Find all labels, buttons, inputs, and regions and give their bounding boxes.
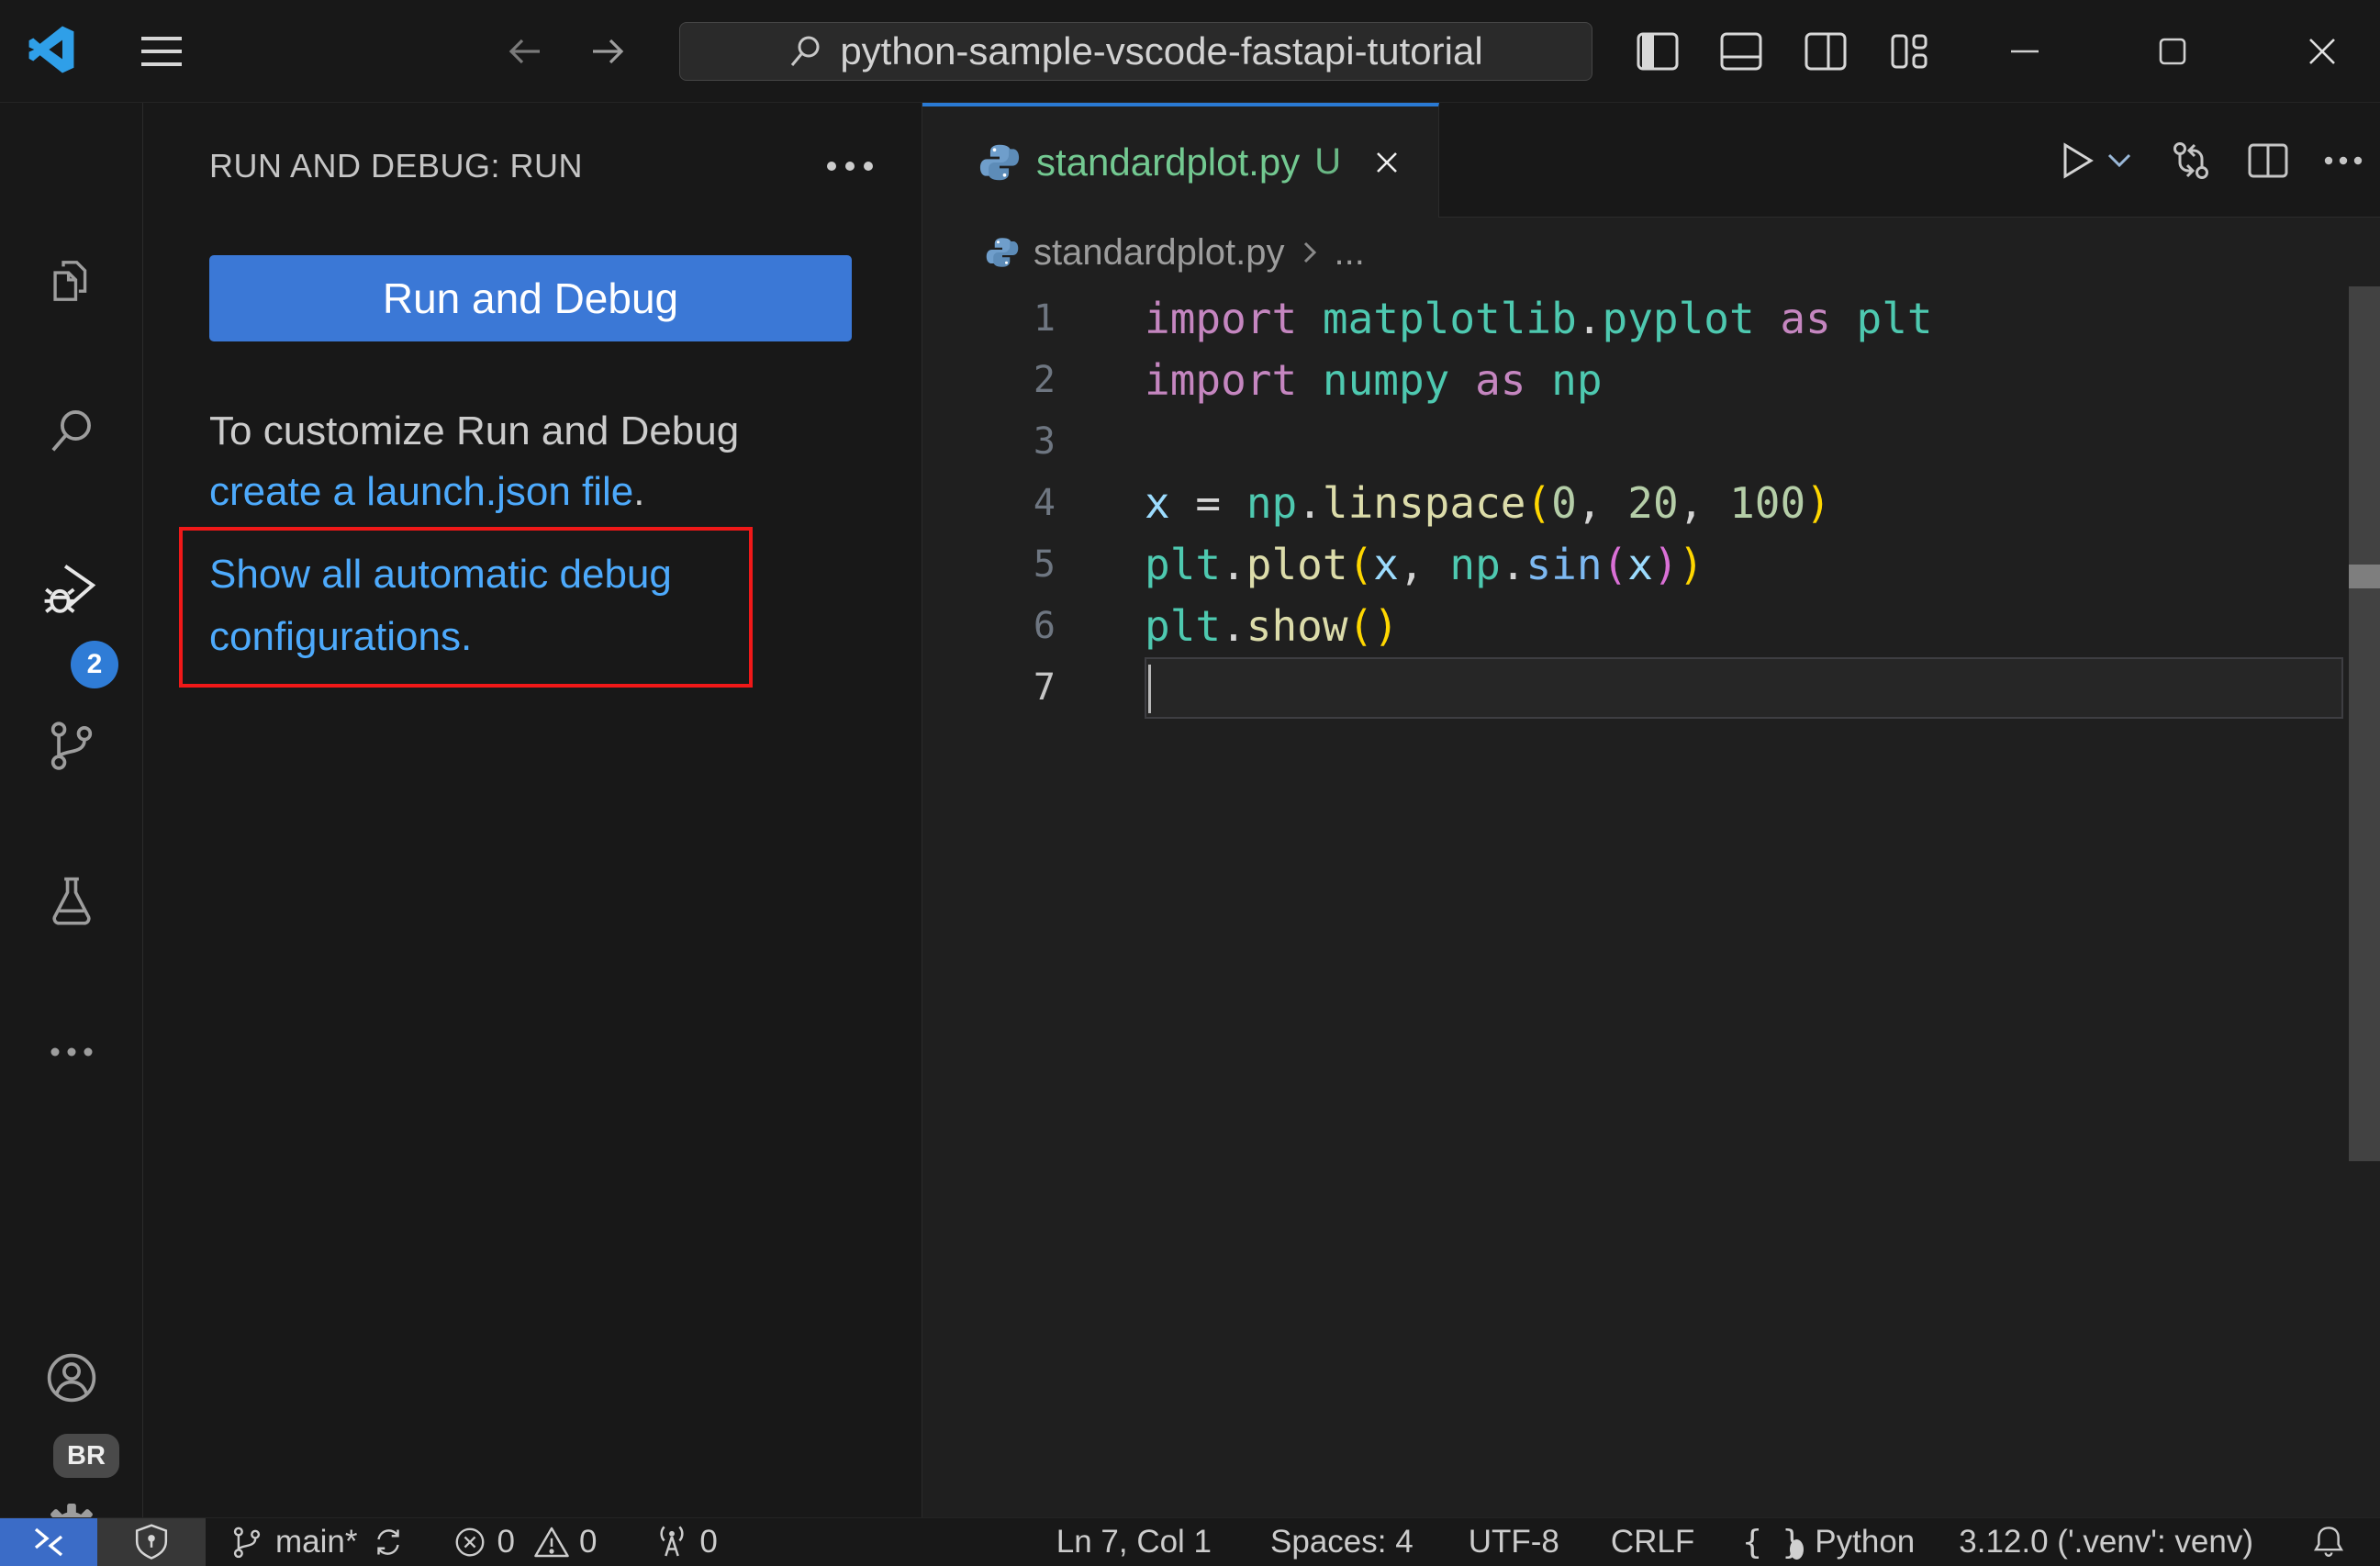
vscode-logo-icon (28, 26, 75, 73)
tab-standardplot[interactable]: standardplot.py U (922, 103, 1439, 218)
hint-period: . (633, 469, 645, 514)
toggle-primary-sidebar-icon[interactable] (1632, 26, 1683, 77)
explorer-icon[interactable] (0, 230, 142, 331)
indentation[interactable]: Spaces: 4 (1270, 1524, 1413, 1560)
code-line: 6 plt.show() (1033, 601, 1399, 651)
code-line: 2 import numpy as np (1033, 355, 1603, 405)
minimize-button[interactable] (1999, 26, 2050, 77)
breadcrumb-file[interactable]: standardplot.py (1034, 232, 1285, 274)
error-count: 0 (497, 1524, 515, 1560)
git-branch-icon (229, 1524, 264, 1560)
python-interpreter[interactable]: 3.12.0 ('.venv': venv) (1959, 1524, 2253, 1560)
toggle-panel-icon[interactable] (1715, 26, 1767, 77)
breadcrumb: standardplot.py ... (986, 218, 1365, 286)
errors-icon (453, 1525, 487, 1560)
customize-hint: To customize Run and Debug create a laun… (209, 401, 739, 522)
python-file-icon-small (986, 236, 1019, 269)
search-value: python-sample-vscode-fastapi-tutorial (840, 29, 1483, 73)
activity-bar: 2 BR (0, 103, 143, 1557)
create-launch-json-link[interactable]: create a launch.json file (209, 469, 633, 514)
customize-layout-icon[interactable] (1884, 26, 1936, 77)
more-views-icon[interactable] (0, 1001, 142, 1102)
branch-status[interactable]: main* (229, 1524, 405, 1560)
sidebar-title: RUN AND DEBUG: RUN (209, 147, 584, 185)
breadcrumb-more[interactable]: ... (1335, 232, 1365, 274)
text-cursor (1148, 665, 1151, 713)
editor-group: standardplot.py U standardplot.py ... 1 … (922, 103, 2380, 1517)
broadcast-tower-icon (654, 1523, 690, 1561)
back-arrow-icon[interactable] (503, 29, 547, 73)
command-center-search[interactable]: python-sample-vscode-fastapi-tutorial (679, 22, 1592, 81)
code-line: 5 plt.plot(x, np.sin(x)) (1033, 540, 1704, 589)
cursor-position[interactable]: Ln 7, Col 1 (1056, 1524, 1212, 1560)
status-bar-right: Ln 7, Col 1 Spaces: 4 UTF-8 CRLF { } Pyt… (1056, 1524, 2380, 1561)
warning-count: 0 (578, 1524, 598, 1560)
workspace-trust-icon[interactable] (97, 1517, 206, 1566)
code-line: 3 (1033, 420, 1056, 463)
branch-name: main* (275, 1524, 358, 1560)
run-and-debug-icon[interactable] (0, 538, 142, 639)
views-more-actions-icon[interactable] (818, 143, 882, 189)
remote-indicator[interactable] (0, 1517, 97, 1566)
split-editor-icon[interactable] (2244, 140, 2292, 181)
notifications-bell-icon[interactable] (2312, 1524, 2345, 1560)
source-control-icon[interactable] (0, 695, 142, 796)
toggle-secondary-sidebar-icon[interactable] (1800, 26, 1851, 77)
sync-icon (372, 1525, 405, 1560)
profile-badge: BR (53, 1434, 119, 1478)
editor-scrollbar[interactable] (2349, 286, 2380, 1161)
tab-bar: standardplot.py U (922, 103, 2380, 218)
warnings-icon (533, 1525, 570, 1560)
editor-toolbar (2053, 103, 2367, 218)
overview-ruler-marker (2349, 565, 2380, 588)
maximize-button[interactable] (2147, 26, 2198, 77)
eol-sequence[interactable]: CRLF (1611, 1524, 1694, 1560)
language-name: Python (1815, 1524, 1916, 1560)
tab-filename: standardplot.py (1036, 140, 1301, 184)
close-button[interactable] (2296, 26, 2348, 77)
python-file-icon (979, 142, 1020, 183)
red-annotation-box: Show all automatic debug configurations. (179, 527, 753, 688)
chevron-right-icon (1300, 239, 1320, 266)
encoding[interactable]: UTF-8 (1469, 1524, 1559, 1560)
run-dropdown-chevron-icon[interactable] (2101, 151, 2138, 170)
run-python-file-icon[interactable] (2053, 140, 2101, 182)
forward-arrow-icon[interactable] (586, 29, 630, 73)
code-lines: 1 import matplotlib.pyplot as plt 2 import … (922, 286, 2380, 719)
show-all-configurations-link[interactable]: Show all automatic debug configurations. (209, 543, 728, 668)
language-mode[interactable]: { } Python (1742, 1524, 1915, 1561)
ports-count: 0 (699, 1524, 718, 1560)
search-view-icon[interactable] (0, 379, 142, 480)
vscode-window: python-sample-vscode-fastapi-tutorial 2 … (0, 0, 2380, 1566)
code-line: 1 import matplotlib.pyplot as plt (1033, 294, 1933, 343)
tab-close-icon[interactable] (1367, 142, 1407, 183)
title-bar: python-sample-vscode-fastapi-tutorial (0, 0, 2380, 103)
source-control-badge: 2 (71, 641, 118, 688)
run-debug-sidebar: RUN AND DEBUG: RUN Run and Debug To cust… (143, 103, 922, 1517)
code-editor[interactable]: 1 import matplotlib.pyplot as plt 2 import … (922, 286, 2380, 1517)
tab-untracked-badge: U (1314, 141, 1342, 182)
accounts-icon[interactable] (0, 1327, 142, 1428)
language-status-icon: { } (1742, 1523, 1805, 1561)
problems-status[interactable]: 0 0 (453, 1524, 597, 1560)
run-and-debug-button[interactable]: Run and Debug (209, 255, 852, 341)
menu-icon[interactable] (132, 26, 191, 77)
status-bar: main* 0 0 0 Ln 7, Col 1 Spaces: 4 UTF-8 … (0, 1517, 2380, 1566)
testing-icon[interactable] (0, 849, 142, 950)
ports-status[interactable]: 0 (654, 1523, 718, 1561)
search-icon (788, 34, 823, 69)
compare-changes-icon[interactable] (2167, 139, 2215, 183)
current-line-highlight (1145, 657, 2343, 719)
customize-hint-line2: create a launch.json file. (209, 462, 739, 522)
customize-hint-line1: To customize Run and Debug (209, 408, 740, 453)
code-line: 4x = np.linspace(0, 20, 100) (1033, 478, 1831, 528)
editor-more-actions-icon[interactable] (2319, 155, 2367, 166)
